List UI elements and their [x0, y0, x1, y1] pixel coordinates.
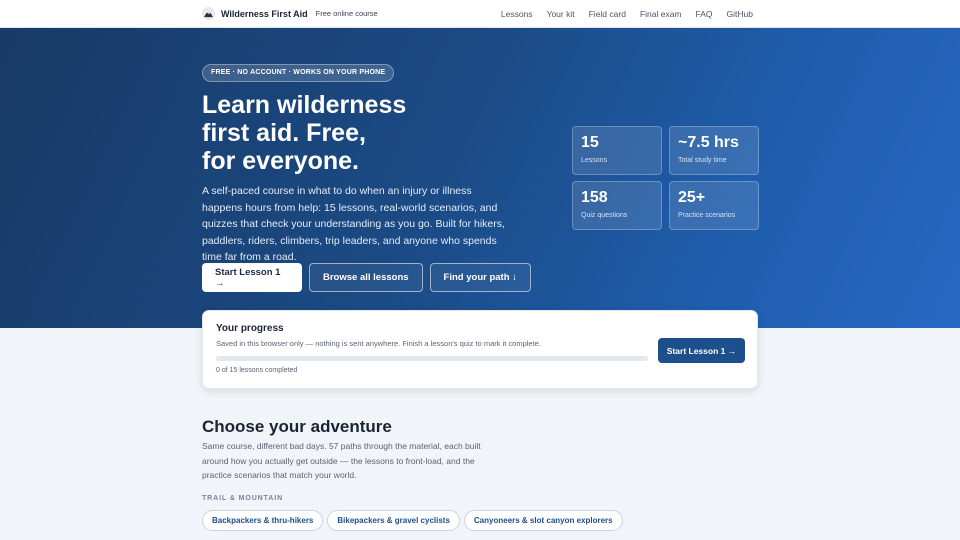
nav-link-field-card[interactable]: Field card: [589, 9, 626, 19]
progress-title: Your progress: [216, 323, 284, 334]
brand-name: Wilderness First Aid: [221, 8, 308, 19]
stat-value: ~7.5 hrs: [678, 134, 739, 151]
hero-badge: FREE · NO ACCOUNT · WORKS ON YOUR PHONE: [202, 64, 395, 82]
hero-section: FREE · NO ACCOUNT · WORKS ON YOUR PHONE …: [0, 28, 960, 328]
stat-label: Total study time: [678, 157, 727, 164]
hero-title-line: first aid. Free,: [202, 119, 366, 147]
brand[interactable]: Wilderness First Aid Free online course: [202, 7, 378, 20]
stat-label: Practice scenarios: [678, 212, 736, 219]
stat-label: Quiz questions: [581, 212, 628, 219]
stat-label: Lessons: [581, 157, 608, 164]
adventure-chips: Backpackers & thru-hikers Bikepackers & …: [202, 510, 762, 531]
progress-description: Saved in this browser only — nothing is …: [216, 339, 541, 348]
nav-link-final-exam[interactable]: Final exam: [640, 9, 682, 19]
nav-link-github[interactable]: GitHub: [727, 9, 753, 19]
path-chip-canyoneers[interactable]: Canyoneers & slot canyon explorers: [463, 510, 623, 531]
nav-link-your-kit[interactable]: Your kit: [547, 9, 575, 19]
stat-value: 158: [581, 189, 608, 206]
progress-card: Your progress Saved in this browser only…: [202, 310, 758, 389]
mountain-logo-icon: [202, 7, 215, 20]
hero-title-line: Learn wilderness: [202, 91, 407, 119]
adventure-title: Choose your adventure: [202, 417, 392, 436]
path-chip-bikepackers[interactable]: Bikepackers & gravel cyclists: [327, 510, 460, 531]
stat-card-scenarios: 25+ Practice scenarios: [669, 181, 759, 230]
brand-tagline: Free online course: [315, 9, 378, 18]
hero-description: A self-paced course in what to do when a…: [202, 185, 505, 263]
path-chip-backpackers[interactable]: Backpackers & thru-hikers: [202, 510, 324, 531]
stat-card-quiz-questions: 158 Quiz questions: [572, 181, 662, 230]
course-stats: 15 Lessons ~7.5 hrs Total study time 158…: [572, 126, 759, 230]
hero-title-line: for everyone.: [202, 147, 360, 175]
browse-lessons-button[interactable]: Browse all lessons: [309, 263, 423, 292]
adventure-description: Same course, different bad days. 57 path…: [202, 441, 481, 480]
top-nav-bar: Wilderness First Aid Free online course …: [0, 0, 960, 28]
adventure-category-heading: TRAIL & MOUNTAIN: [202, 495, 284, 502]
stat-value: 15: [581, 134, 599, 151]
start-lesson-button[interactable]: Start Lesson 1 →: [202, 263, 302, 292]
progress-count: 0 of 15 lessons completed: [216, 367, 298, 374]
stat-value: 25+: [678, 189, 706, 206]
nav-link-lessons[interactable]: Lessons: [501, 9, 533, 19]
find-path-button[interactable]: Find your path ↓: [429, 263, 531, 292]
progress-start-button[interactable]: Start Lesson 1 →: [658, 338, 745, 363]
hero-actions: Start Lesson 1 → Browse all lessons Find…: [202, 263, 531, 292]
progress-bar: [216, 356, 648, 361]
stat-card-lessons: 15 Lessons: [572, 126, 662, 175]
main-nav: Lessons Your kit Field card Final exam F…: [501, 9, 753, 19]
nav-link-faq[interactable]: FAQ: [696, 9, 713, 19]
stat-card-study-time: ~7.5 hrs Total study time: [669, 126, 759, 175]
hero-title: Learn wilderness first aid. Free, for ev…: [202, 91, 462, 175]
